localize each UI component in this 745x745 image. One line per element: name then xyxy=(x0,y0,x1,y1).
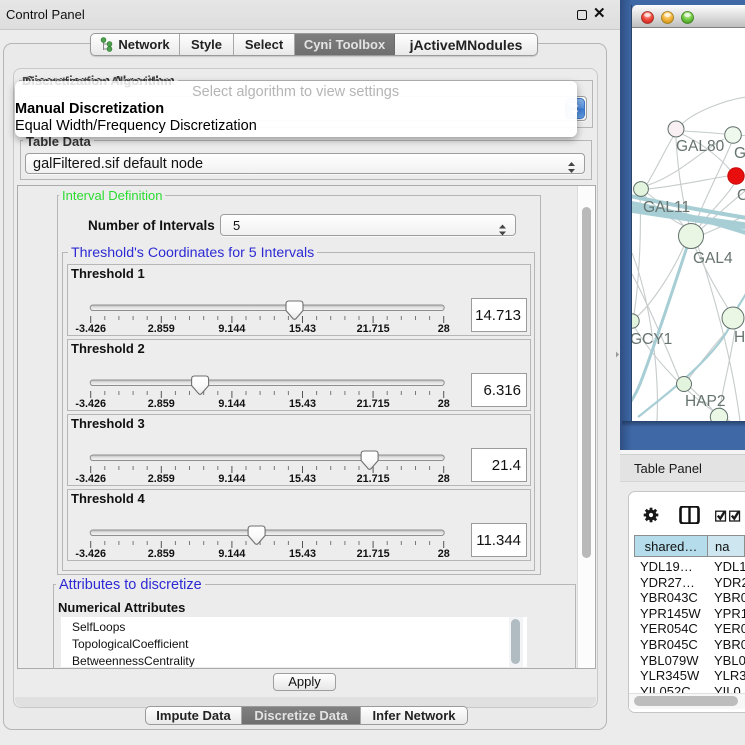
svg-text:GAL4: GAL4 xyxy=(693,250,733,267)
svg-text:21.715: 21.715 xyxy=(357,323,390,335)
svg-text:GAL80: GAL80 xyxy=(676,138,725,155)
svg-text:21.715: 21.715 xyxy=(357,473,390,485)
svg-text:15.43: 15.43 xyxy=(289,323,316,335)
svg-text:-3.426: -3.426 xyxy=(75,398,106,410)
svg-text:C: C xyxy=(737,187,745,204)
svg-text:2.859: 2.859 xyxy=(148,323,175,335)
svg-text:15.43: 15.43 xyxy=(289,473,316,485)
svg-text:-3.426: -3.426 xyxy=(75,548,106,560)
svg-text:9.144: 9.144 xyxy=(218,548,245,560)
svg-text:HAP2: HAP2 xyxy=(685,393,726,410)
svg-text:GA: GA xyxy=(734,145,745,162)
svg-text:-3.426: -3.426 xyxy=(75,323,106,335)
svg-text:GAL11: GAL11 xyxy=(643,199,690,216)
svg-text:H: H xyxy=(734,329,745,346)
svg-text:28: 28 xyxy=(438,473,450,485)
svg-text:9.144: 9.144 xyxy=(218,473,245,485)
svg-text:28: 28 xyxy=(438,398,450,410)
svg-text:21.715: 21.715 xyxy=(357,548,390,560)
svg-text:15.43: 15.43 xyxy=(289,548,316,560)
svg-text:GCY1: GCY1 xyxy=(632,331,672,348)
svg-text:9.144: 9.144 xyxy=(218,323,245,335)
svg-text:2.859: 2.859 xyxy=(148,473,175,485)
svg-text:21.715: 21.715 xyxy=(357,398,390,410)
svg-text:15.43: 15.43 xyxy=(289,398,316,410)
svg-text:28: 28 xyxy=(438,548,450,560)
svg-text:2.859: 2.859 xyxy=(148,398,175,410)
svg-text:9.144: 9.144 xyxy=(218,398,245,410)
svg-text:-3.426: -3.426 xyxy=(75,473,106,485)
svg-text:2.859: 2.859 xyxy=(148,548,175,560)
svg-text:28: 28 xyxy=(438,323,450,335)
